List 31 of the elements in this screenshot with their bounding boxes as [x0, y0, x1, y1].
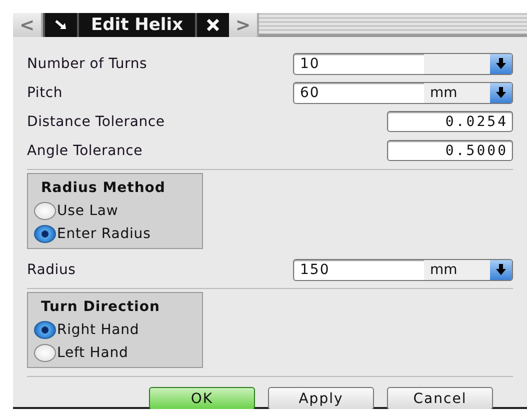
field-label: Pitch [27, 84, 63, 100]
radio-button[interactable] [34, 344, 56, 362]
number-field[interactable]: 0.0254 [387, 111, 513, 132]
close-icon [206, 18, 220, 32]
dropdown-field[interactable]: 60 mm [293, 82, 513, 104]
dropdown-arrow-icon [496, 58, 506, 69]
dropdown-field[interactable]: 10 [293, 52, 513, 74]
radio-button[interactable] [34, 224, 56, 242]
dialog-button[interactable]: Apply [268, 387, 374, 409]
group-title: Turn Direction [40, 298, 161, 317]
dialog-title: Edit Helix [77, 13, 196, 37]
ok-button[interactable]: OK [149, 387, 255, 409]
field-label: Number of Turns [27, 56, 148, 72]
radio-label: Left Hand [57, 344, 128, 360]
field-label: Angle Tolerance [27, 142, 143, 158]
field-label: Distance Tolerance [27, 114, 165, 130]
field-label: Radius [27, 262, 76, 278]
dropdown-arrow-icon [496, 264, 506, 275]
dropdown-arrow-icon [496, 87, 506, 98]
radio-button[interactable] [34, 202, 56, 220]
radio-button[interactable] [34, 320, 56, 338]
radio-label: Enter Radius [57, 226, 151, 242]
arrow-icon [54, 19, 68, 31]
group-title: Radius Method [40, 179, 166, 198]
radio-label: Use Law [57, 202, 118, 218]
close-button[interactable] [195, 13, 230, 37]
number-field[interactable]: 0.5000 [387, 140, 513, 161]
pin-button[interactable] [43, 13, 77, 37]
dialog-button[interactable]: Cancel [387, 387, 493, 409]
radio-label: Right Hand [57, 322, 140, 338]
dropdown-field[interactable]: 150 mm [293, 258, 513, 280]
